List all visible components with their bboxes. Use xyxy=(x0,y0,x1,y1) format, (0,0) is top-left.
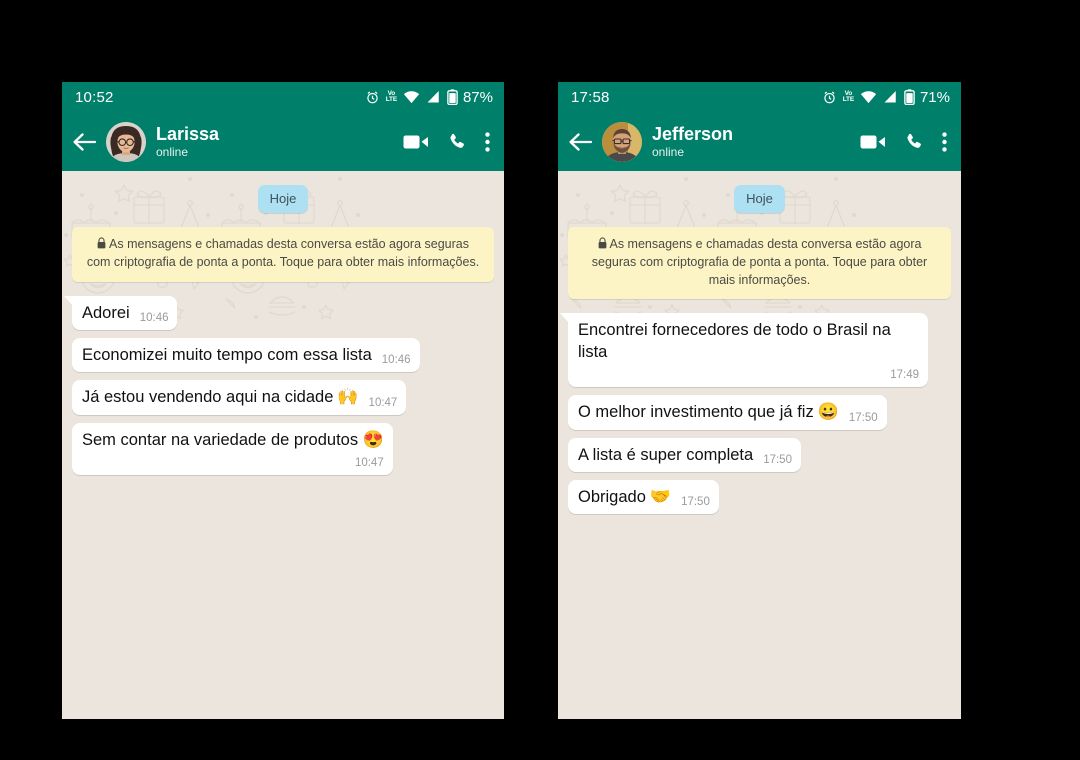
message-row: Encontrei fornecedores de todo o Brasil … xyxy=(559,313,951,388)
message-timestamp: 17:50 xyxy=(681,496,710,509)
overflow-menu-icon[interactable] xyxy=(485,131,490,152)
message-row: Adorei 10:46 xyxy=(63,295,494,330)
message-bubble[interactable]: A lista é super completa 17:50 xyxy=(568,437,801,472)
battery-percent-label: 87% xyxy=(462,88,493,106)
message-bubble[interactable]: Adorei 10:46 xyxy=(63,295,178,330)
status-clock: 17:58 xyxy=(571,88,610,106)
alarm-clock-icon xyxy=(367,91,378,103)
encryption-notice-row: As mensagens e chamadas desta conversa e… xyxy=(568,227,951,300)
message-emoji: 😀 xyxy=(817,402,839,422)
contact-status: online xyxy=(156,144,189,159)
status-bar: 10:52 Vo LTE 87% xyxy=(62,82,504,112)
battery-icon xyxy=(904,89,915,105)
message-text: Encontrei fornecedores de todo o Brasil … xyxy=(578,321,891,361)
date-divider-row: Hoje xyxy=(72,185,494,213)
message-bubble[interactable]: Sem contar na variedade de produtos 😍 10… xyxy=(72,422,393,476)
status-icon-group: Vo LTE 71% xyxy=(822,89,950,106)
encryption-notice[interactable]: As mensagens e chamadas desta conversa e… xyxy=(568,227,951,300)
encryption-notice-text: As mensagens e chamadas desta conversa e… xyxy=(86,237,480,269)
message-timestamp: 17:50 xyxy=(848,411,878,424)
message-timestamp: 17:49 xyxy=(890,369,920,382)
lock-icon xyxy=(97,237,106,249)
back-arrow-icon[interactable] xyxy=(568,132,592,152)
message-row: O melhor investimento que já fiz 😀 17:50 xyxy=(568,395,951,430)
message-timestamp: 10:46 xyxy=(381,354,411,367)
chat-area: Hoje As mensagens e chamadas desta conve… xyxy=(558,171,961,719)
cellular-signal-icon xyxy=(884,91,896,103)
message-text: A lista é super completa xyxy=(578,445,754,464)
message-emoji: 😍 xyxy=(362,429,384,449)
message-text: O melhor investimento que já fiz xyxy=(578,403,814,422)
cellular-signal-icon xyxy=(427,91,439,103)
status-icon-group: Vo LTE 87% xyxy=(365,89,493,106)
message-text: Obrigado xyxy=(578,488,646,506)
message-timestamp: 17:50 xyxy=(763,454,792,466)
video-call-icon[interactable] xyxy=(403,133,429,151)
wifi-icon xyxy=(403,90,420,103)
battery-icon xyxy=(447,89,458,105)
contact-name: Larissa xyxy=(156,124,220,144)
app-bar-actions xyxy=(403,131,492,152)
volte-icon: Vo LTE xyxy=(385,90,397,104)
message-text: Adorei xyxy=(82,303,130,322)
message-row: Obrigado 🤝 17:50 xyxy=(568,480,951,515)
message-text: Sem contar na variedade de produtos xyxy=(82,430,359,449)
message-timestamp: 10:47 xyxy=(368,396,398,409)
message-row: A lista é super completa 17:50 xyxy=(568,437,951,472)
message-row: Já estou vendendo aqui na cidade 🙌 10:47 xyxy=(72,380,494,415)
date-chip: Hoje xyxy=(257,185,309,213)
wifi-icon xyxy=(860,90,877,103)
phone-screenshot-larissa: 10:52 Vo LTE 87% Larissa online Hoje As … xyxy=(62,82,504,719)
message-bubble[interactable]: Economizei muito tempo com essa lista 10… xyxy=(72,337,420,373)
chat-app-bar: Larissa online xyxy=(62,112,504,171)
volte-bottom-text: LTE xyxy=(842,96,854,103)
message-timestamp: 10:47 xyxy=(354,457,384,470)
alarm-clock-icon xyxy=(824,91,835,103)
message-bubble[interactable]: Obrigado 🤝 17:50 xyxy=(568,480,719,515)
volte-icon: Vo LTE xyxy=(842,90,854,104)
chat-app-bar: Jefferson online xyxy=(558,112,961,171)
contact-name: Jefferson xyxy=(652,124,734,144)
lock-icon xyxy=(598,237,606,249)
message-text: Economizei muito tempo com essa lista xyxy=(82,345,372,364)
app-bar-actions xyxy=(860,131,949,152)
message-row: Sem contar na variedade de produtos 😍 10… xyxy=(72,422,494,476)
message-bubble[interactable]: Encontrei fornecedores de todo o Brasil … xyxy=(559,313,929,388)
message-bubble[interactable]: O melhor investimento que já fiz 😀 17:50 xyxy=(568,395,887,430)
message-timestamp: 10:46 xyxy=(139,311,169,324)
avatar-image-jefferson xyxy=(602,121,642,162)
date-chip: Hoje xyxy=(734,185,785,213)
message-text: Já estou vendendo aqui na cidade xyxy=(82,388,334,407)
message-emoji: 🤝 xyxy=(649,487,672,506)
overflow-menu-icon[interactable] xyxy=(942,131,947,152)
chat-area: Hoje As mensagens e chamadas desta conve… xyxy=(62,171,504,719)
contact-info[interactable]: Jefferson online xyxy=(652,125,850,158)
status-clock: 10:52 xyxy=(75,88,114,106)
status-bar: 17:58 Vo LTE 71% xyxy=(558,82,961,112)
video-call-icon[interactable] xyxy=(860,133,886,151)
avatar-larissa[interactable] xyxy=(106,121,146,162)
message-list: Encontrei fornecedores de todo o Brasil … xyxy=(559,313,951,515)
encryption-notice-text: As mensagens e chamadas desta conversa e… xyxy=(591,237,928,287)
encryption-notice[interactable]: As mensagens e chamadas desta conversa e… xyxy=(72,227,494,282)
avatar-image-larissa xyxy=(106,121,146,162)
voice-call-icon[interactable] xyxy=(447,132,467,152)
date-divider-row: Hoje xyxy=(568,185,951,213)
volte-bottom-text: LTE xyxy=(385,96,397,103)
back-arrow-icon[interactable] xyxy=(72,132,96,152)
message-list: Adorei 10:46 Economizei muito tempo com … xyxy=(63,295,494,476)
contact-info[interactable]: Larissa online xyxy=(156,125,393,158)
message-row: Economizei muito tempo com essa lista 10… xyxy=(72,337,494,373)
contact-status: online xyxy=(652,144,685,159)
encryption-notice-row: As mensagens e chamadas desta conversa e… xyxy=(72,227,494,282)
phone-screenshot-jefferson: 17:58 Vo LTE 71% Jefferson online Hoje A… xyxy=(558,82,961,719)
battery-percent-label: 71% xyxy=(919,88,950,106)
voice-call-icon[interactable] xyxy=(904,132,924,152)
avatar-jefferson[interactable] xyxy=(602,121,642,162)
message-bubble[interactable]: Já estou vendendo aqui na cidade 🙌 10:47 xyxy=(72,380,407,415)
message-emoji: 🙌 xyxy=(337,387,359,407)
